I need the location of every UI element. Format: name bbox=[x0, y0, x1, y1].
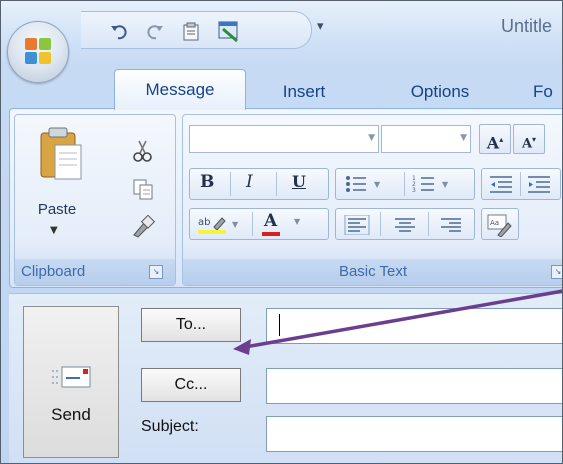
svg-text:3: 3 bbox=[412, 187, 416, 194]
tab-format[interactable]: Fo bbox=[533, 76, 562, 108]
font-size-combo[interactable]: ▼ bbox=[381, 125, 471, 153]
basic-text-group-title: Basic Text bbox=[338, 263, 408, 280]
styles-icon[interactable]: Aa bbox=[486, 213, 514, 237]
shrink-font-button[interactable]: A▾ bbox=[513, 124, 545, 154]
paste-label[interactable]: Paste bbox=[27, 201, 87, 218]
paste-icon[interactable] bbox=[37, 125, 83, 181]
outlook-window: ▾ Untitle Message Insert Options Fo Past… bbox=[0, 0, 563, 464]
chevron-down-icon: ▼ bbox=[460, 133, 467, 143]
font-color-button[interactable]: A bbox=[264, 211, 277, 231]
svg-text:▼: ▼ bbox=[442, 180, 449, 189]
align-right-icon[interactable] bbox=[438, 215, 464, 235]
send-label: Send bbox=[51, 405, 91, 424]
separator bbox=[520, 172, 521, 196]
italic-button[interactable]: I bbox=[246, 172, 253, 192]
font-style-strip: B I U bbox=[189, 168, 329, 200]
envelope-icon bbox=[52, 366, 91, 388]
basic-text-launcher-icon[interactable]: ↘ bbox=[551, 265, 562, 279]
separator bbox=[276, 172, 277, 196]
to-field[interactable] bbox=[266, 308, 562, 344]
svg-text:▼: ▼ bbox=[374, 180, 381, 189]
undo-icon[interactable] bbox=[109, 22, 129, 42]
subject-label: Subject: bbox=[141, 418, 199, 435]
clipboard-launcher-icon[interactable]: ↘ bbox=[149, 265, 163, 279]
cut-icon[interactable] bbox=[130, 139, 156, 163]
increase-indent-icon[interactable] bbox=[526, 174, 554, 194]
tab-options[interactable]: Options bbox=[385, 76, 495, 108]
clipboard-group-label: Clipboard ↘ bbox=[15, 259, 175, 285]
bold-button[interactable]: B bbox=[200, 172, 214, 192]
align-center-icon[interactable] bbox=[392, 215, 418, 235]
compose-header: Send To... Cc... Subject: bbox=[9, 293, 562, 463]
window-title: Untitle bbox=[501, 16, 553, 36]
clipboard-group: Paste ▼ Clipboard ↘ bbox=[14, 114, 176, 286]
numbering-icon[interactable]: 1 2 3 ▼ bbox=[412, 174, 456, 194]
separator bbox=[380, 212, 381, 236]
svg-text:▼: ▼ bbox=[232, 220, 239, 229]
svg-text:ab: ab bbox=[198, 217, 210, 228]
bullets-icon[interactable]: ▼ bbox=[344, 174, 388, 194]
separator bbox=[230, 172, 231, 196]
grow-font-label: A bbox=[486, 133, 500, 153]
svg-text:Aa: Aa bbox=[490, 219, 499, 227]
copy-icon[interactable] bbox=[130, 177, 156, 201]
to-button[interactable]: To... bbox=[141, 308, 241, 342]
separator bbox=[404, 172, 405, 196]
ribbon: Paste ▼ Clipboard ↘ ▼ ▼ A▴ A▾ B I U ▼ 1 … bbox=[9, 108, 562, 288]
basic-text-group: ▼ ▼ A▴ A▾ B I U ▼ 1 2 3 ▼ ab ▼ A ▼ Aa Ba… bbox=[182, 114, 562, 286]
text-caret bbox=[279, 314, 280, 336]
paste-dropdown-icon[interactable]: ▼ bbox=[50, 225, 58, 236]
indent-strip bbox=[481, 168, 561, 200]
decrease-indent-icon[interactable] bbox=[488, 174, 516, 194]
office-button[interactable] bbox=[7, 21, 69, 83]
list-strip: ▼ 1 2 3 ▼ bbox=[335, 168, 475, 200]
underline-button[interactable]: U bbox=[292, 172, 306, 191]
window-icon[interactable] bbox=[217, 19, 241, 43]
clipboard-group-title: Clipboard bbox=[21, 263, 86, 280]
format-painter-icon[interactable] bbox=[130, 215, 156, 239]
styles-strip: Aa bbox=[481, 208, 519, 240]
highlight-icon[interactable]: ab ▼ bbox=[198, 213, 244, 235]
clipboard-icon[interactable] bbox=[181, 22, 201, 42]
basic-text-group-label: Basic Text ↘ bbox=[183, 259, 562, 285]
subject-field[interactable] bbox=[266, 416, 562, 452]
grow-font-button[interactable]: A▴ bbox=[479, 124, 511, 154]
customize-toolbar-icon[interactable]: ▾ bbox=[317, 19, 324, 34]
align-strip bbox=[335, 208, 475, 240]
cc-button[interactable]: Cc... bbox=[141, 368, 241, 402]
font-name-combo[interactable]: ▼ bbox=[189, 125, 379, 153]
separator bbox=[428, 212, 429, 236]
office-logo-icon bbox=[25, 38, 51, 64]
shrink-font-label: A bbox=[521, 136, 533, 152]
quick-access-toolbar bbox=[81, 11, 312, 49]
title-bar: ▾ Untitle bbox=[1, 1, 562, 63]
cc-field[interactable] bbox=[266, 368, 562, 404]
font-color-swatch bbox=[262, 232, 280, 236]
chevron-down-icon[interactable]: ▼ bbox=[294, 217, 300, 226]
tab-message[interactable]: Message bbox=[114, 69, 246, 110]
align-left-icon[interactable] bbox=[344, 215, 370, 235]
tab-insert[interactable]: Insert bbox=[264, 76, 344, 108]
send-button[interactable]: Send bbox=[23, 306, 119, 458]
separator bbox=[252, 212, 253, 236]
chevron-down-icon: ▼ bbox=[368, 133, 375, 143]
redo-icon[interactable] bbox=[145, 22, 165, 42]
color-strip: ab ▼ A ▼ bbox=[189, 208, 329, 240]
